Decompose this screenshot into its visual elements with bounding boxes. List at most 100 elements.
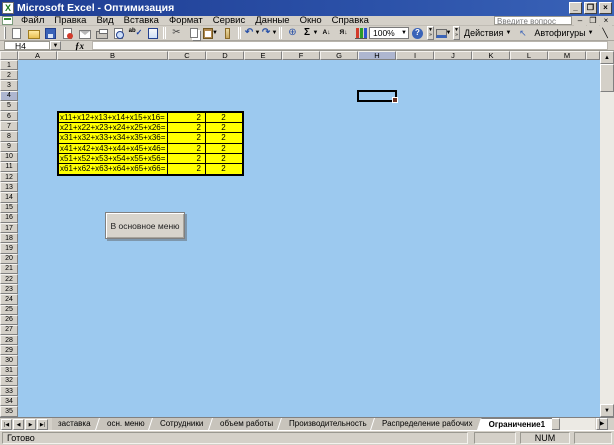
row-header-22[interactable]: 22 — [0, 274, 18, 284]
constraint-value-cell-c[interactable]: 2 — [168, 123, 206, 132]
row-header-24[interactable]: 24 — [0, 294, 18, 304]
undo-button[interactable]: ↶▼ — [243, 26, 260, 40]
column-header-F[interactable]: F — [282, 51, 320, 60]
constraint-value-cell-d[interactable]: 2 — [206, 123, 241, 132]
tab-split-handle[interactable] — [596, 418, 600, 430]
row-header-34[interactable]: 34 — [0, 396, 18, 406]
doc-minimize-button[interactable]: – — [574, 16, 586, 26]
constraint-formula-cell[interactable]: x61+x62+x63+x64+x65+x66= — [59, 164, 168, 174]
tab-scroll-first-button[interactable]: |◀ — [1, 419, 12, 430]
email-button[interactable] — [76, 26, 93, 40]
draw-menu-button[interactable]: Действия ▼ — [461, 28, 514, 38]
name-box-dropdown[interactable]: ▼ — [50, 41, 61, 50]
column-header-L[interactable]: L — [510, 51, 548, 60]
menu-item-Вид[interactable]: Вид — [91, 16, 118, 26]
constraint-formula-cell[interactable]: x21+x22+x23+x24+x25+x26= — [59, 123, 168, 132]
row-header-23[interactable]: 23 — [0, 284, 18, 294]
menu-item-Правка[interactable]: Правка — [49, 16, 91, 26]
row-header-20[interactable]: 20 — [0, 254, 18, 264]
toolbar-options-button-2[interactable]: ▼» — [453, 26, 460, 40]
constraint-row-11[interactable]: x61+x62+x63+x64+x65+x66=22 — [59, 164, 242, 174]
constraint-value-cell-d[interactable]: 2 — [206, 113, 241, 122]
row-header-11[interactable]: 11 — [0, 162, 18, 172]
vertical-scroll-thumb[interactable] — [600, 64, 614, 92]
scroll-up-button[interactable]: ▲ — [600, 51, 614, 64]
spelling-button[interactable]: ✓ — [127, 26, 144, 40]
constraint-value-cell-d[interactable]: 2 — [206, 154, 241, 163]
menu-item-Окно[interactable]: Окно — [295, 16, 327, 26]
scroll-down-button[interactable]: ▼ — [600, 404, 614, 417]
constraint-value-cell-c[interactable]: 2 — [168, 164, 206, 174]
copy-button[interactable] — [185, 26, 202, 40]
name-box[interactable]: H4 — [4, 41, 50, 50]
formula-input[interactable] — [92, 41, 608, 50]
constraint-row-9[interactable]: x41+x42+x43+x44+x45+x46=22 — [59, 144, 242, 154]
tab-scroll-next-button[interactable]: ▶ — [25, 419, 36, 430]
redo-button[interactable]: ↷▼ — [260, 26, 277, 40]
autoshapes-menu-button[interactable]: Автофигуры ▼ — [531, 28, 596, 38]
main-menu-button[interactable]: В основное меню — [105, 212, 185, 239]
row-header-1[interactable]: 1 — [0, 60, 18, 70]
print-button[interactable] — [93, 26, 110, 40]
column-header-K[interactable]: K — [472, 51, 510, 60]
menu-item-Файл[interactable]: Файл — [16, 16, 49, 26]
close-button[interactable]: × — [599, 2, 612, 14]
open-folder-button[interactable] — [25, 26, 42, 40]
help-button[interactable]: ? — [409, 26, 426, 40]
insert-hyperlink-button[interactable]: ⊕ — [284, 26, 301, 40]
horizontal-scrollbar[interactable]: ◀ — [546, 418, 595, 430]
row-header-26[interactable]: 26 — [0, 315, 18, 325]
selected-cell-h4[interactable] — [357, 90, 397, 102]
row-header-2[interactable]: 2 — [0, 70, 18, 80]
row-header-15[interactable]: 15 — [0, 203, 18, 213]
menu-item-Справка[interactable]: Справка — [327, 16, 374, 26]
constraint-row-10[interactable]: x51+x52+x53+x54+x55+x56=22 — [59, 154, 242, 164]
constraint-cells-block[interactable]: x11+x12+x13+x14+x15+x16=22x21+x22+x23+x2… — [57, 111, 244, 176]
ask-question-input[interactable] — [495, 18, 571, 25]
permission-button[interactable] — [59, 26, 76, 40]
menu-item-Вставка[interactable]: Вставка — [119, 16, 164, 26]
column-header-D[interactable]: D — [206, 51, 244, 60]
print-preview-button[interactable] — [110, 26, 127, 40]
constraint-row-7[interactable]: x21+x22+x23+x24+x25+x26=22 — [59, 123, 242, 133]
research-button[interactable] — [144, 26, 161, 40]
row-header-10[interactable]: 10 — [0, 152, 18, 162]
constraint-value-cell-c[interactable]: 2 — [168, 113, 206, 122]
column-header-B[interactable]: B — [57, 51, 168, 60]
row-header-18[interactable]: 18 — [0, 233, 18, 243]
vertical-scrollbar[interactable]: ▲ ▼ — [600, 51, 614, 417]
sheet-tab-Сотрудники[interactable]: Сотрудники — [148, 418, 215, 430]
constraint-value-cell-d[interactable]: 2 — [206, 144, 241, 153]
restore-button[interactable]: ❐ — [584, 2, 597, 14]
constraint-row-8[interactable]: x31+x32+x33+x34+x35+x36=22 — [59, 133, 242, 143]
new-document-button[interactable] — [8, 26, 25, 40]
row-header-7[interactable]: 7 — [0, 121, 18, 131]
doc-close-button[interactable]: × — [600, 16, 612, 26]
sort-descending-button[interactable]: Я↓ — [335, 26, 352, 40]
row-header-19[interactable]: 19 — [0, 243, 18, 253]
minimize-button[interactable]: _ — [569, 2, 582, 14]
row-header-17[interactable]: 17 — [0, 223, 18, 233]
constraint-formula-cell[interactable]: x41+x42+x43+x44+x45+x46= — [59, 144, 168, 153]
constraint-value-cell-c[interactable]: 2 — [168, 144, 206, 153]
column-header-E[interactable]: E — [244, 51, 282, 60]
column-header-C[interactable]: C — [168, 51, 206, 60]
ask-question-box[interactable] — [494, 16, 572, 25]
worksheet-grid[interactable]: 1234567891011121314151617181920212223242… — [0, 60, 600, 417]
sheet-tab-Ограничение1[interactable]: Ограничение1 — [477, 418, 552, 430]
row-header-32[interactable]: 32 — [0, 376, 18, 386]
zoom-control[interactable]: 100% ▼ — [369, 27, 409, 39]
fill-color-button[interactable]: ▼ — [435, 26, 452, 40]
paste-button[interactable]: ▼ — [202, 26, 219, 40]
chart-wizard-button[interactable] — [352, 26, 369, 40]
row-header-3[interactable]: 3 — [0, 80, 18, 90]
row-header-25[interactable]: 25 — [0, 305, 18, 315]
row-header-31[interactable]: 31 — [0, 366, 18, 376]
row-header-30[interactable]: 30 — [0, 355, 18, 365]
column-header-M[interactable]: M — [548, 51, 586, 60]
row-header-4[interactable]: 4 — [0, 91, 18, 101]
row-header-27[interactable]: 27 — [0, 325, 18, 335]
sheet-tab-Производительность[interactable]: Производительность — [277, 418, 379, 430]
tab-scroll-prev-button[interactable]: ◀ — [13, 419, 24, 430]
cut-button[interactable]: ✂ — [168, 26, 185, 40]
